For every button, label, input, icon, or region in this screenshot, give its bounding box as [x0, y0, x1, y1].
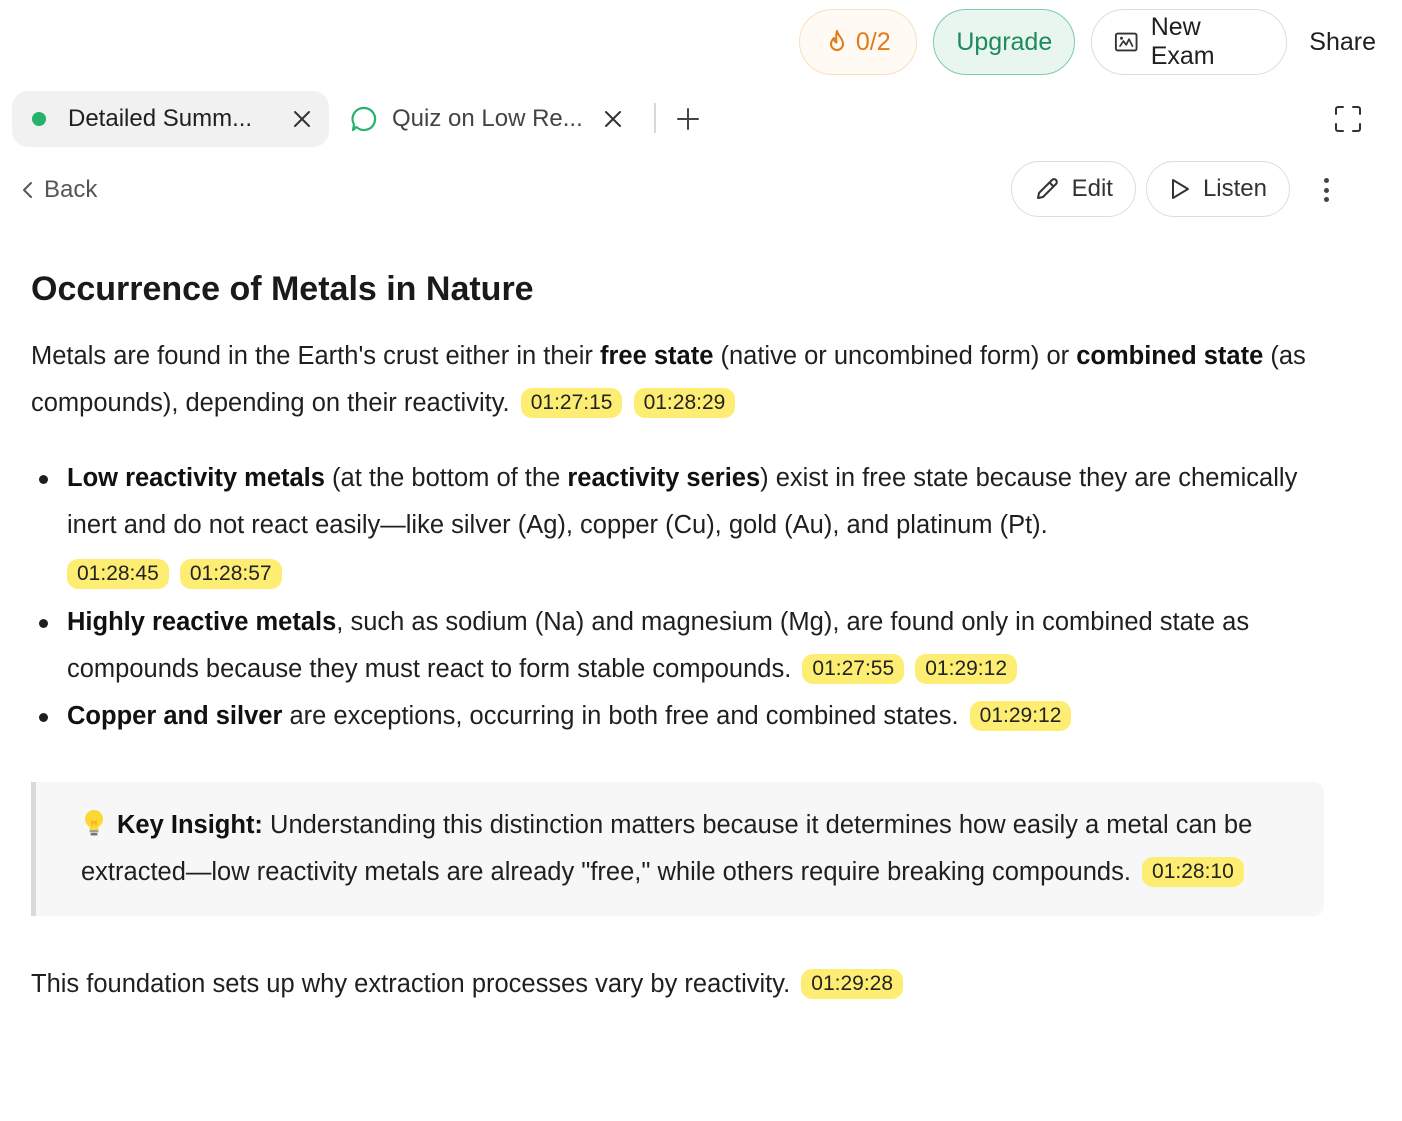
more-options-icon[interactable] — [1314, 175, 1338, 205]
listen-label: Listen — [1202, 175, 1267, 202]
insight-text: Key Insight: Understanding this distinct… — [81, 802, 1284, 896]
text: This foundation sets up why extraction p… — [31, 970, 791, 998]
document-actions: Edit Listen — [1010, 161, 1290, 217]
fullscreen-button[interactable] — [1334, 105, 1362, 133]
tab-divider — [654, 103, 656, 133]
key-insight-callout: Key Insight: Understanding this distinct… — [31, 782, 1324, 916]
edit-label: Edit — [1071, 175, 1113, 202]
upgrade-button[interactable]: Upgrade — [933, 9, 1076, 75]
back-label: Back — [44, 176, 98, 203]
timestamp-chip[interactable]: 01:27:55 — [802, 654, 905, 685]
streak-count: 0/2 — [855, 27, 891, 56]
tab-bar: Detailed Summ... Quiz on Low Re... — [12, 91, 1362, 147]
tab-label: Detailed Summ... — [68, 105, 253, 132]
term: Highly reactive metals — [67, 608, 337, 636]
chevron-left-icon — [23, 182, 32, 198]
timestamp-chip[interactable]: 01:29:12 — [969, 701, 1072, 732]
share-button[interactable]: Share — [1303, 9, 1382, 75]
chat-bubble-icon — [351, 106, 377, 132]
list-item: Copper and silver are exceptions, occurr… — [31, 693, 1331, 740]
term: reactivity series — [567, 464, 761, 492]
term: Copper and silver — [67, 702, 283, 730]
lightbulb-icon — [85, 810, 103, 836]
bullet-list: Low reactivity metals (at the bottom of … — [31, 455, 1331, 740]
tab-label: Quiz on Low Re... — [392, 105, 583, 132]
timestamp-chip[interactable]: 01:28:45 — [67, 559, 169, 590]
list-item: Highly reactive metals, such as sodium (… — [31, 599, 1331, 693]
page-title: Occurrence of Metals in Nature — [31, 270, 534, 308]
back-button[interactable]: Back — [20, 172, 97, 208]
tab-quiz[interactable]: Quiz on Low Re... — [350, 91, 640, 147]
timestamp-chip[interactable]: 01:28:29 — [633, 388, 736, 419]
intro-paragraph: Metals are found in the Earth's crust ei… — [31, 333, 1331, 427]
term: Low reactivity metals — [67, 464, 325, 492]
fullscreen-icon — [1335, 106, 1361, 132]
edit-button[interactable]: Edit — [1010, 161, 1136, 217]
listen-button[interactable]: Listen — [1145, 161, 1290, 217]
close-icon[interactable] — [598, 104, 628, 134]
text: (at the bottom of the — [324, 464, 568, 492]
exam-icon — [1115, 32, 1138, 52]
status-dot-icon — [32, 112, 46, 126]
term: combined state — [1076, 342, 1264, 370]
term: free state — [599, 342, 714, 370]
streak-button[interactable]: 0/2 — [799, 9, 918, 75]
top-bar: 0/2 Upgrade New Exam Share — [799, 8, 1382, 76]
add-tab-button[interactable] — [672, 103, 704, 135]
insight-label: Key Insight: — [117, 811, 263, 839]
new-exam-label: New Exam — [1150, 13, 1215, 70]
summary-content: Occurrence of Metals in Nature Metals ar… — [31, 265, 1331, 1008]
closing-paragraph: This foundation sets up why extraction p… — [31, 961, 1331, 1008]
flame-icon — [829, 30, 844, 51]
tab-detailed-summary[interactable]: Detailed Summ... — [12, 91, 329, 147]
pencil-icon — [1036, 178, 1058, 199]
timestamp-chip[interactable]: 01:29:12 — [915, 654, 1017, 685]
text: Metals are found in the Earth's crust ei… — [31, 342, 600, 370]
plus-icon — [677, 108, 699, 130]
new-exam-button[interactable]: New Exam — [1091, 9, 1288, 75]
list-item: Low reactivity metals (at the bottom of … — [31, 455, 1331, 599]
timestamp-chip[interactable]: 01:28:10 — [1142, 857, 1244, 888]
text: (native or uncombined form) or — [713, 342, 1077, 370]
timestamp-chip[interactable]: 01:27:15 — [520, 388, 623, 419]
play-icon — [1171, 179, 1189, 199]
text: are exceptions, occurring in both free a… — [282, 702, 959, 730]
timestamp-chip[interactable]: 01:29:28 — [801, 969, 904, 1000]
close-icon[interactable] — [287, 104, 317, 134]
timestamp-chip[interactable]: 01:28:57 — [179, 559, 282, 590]
